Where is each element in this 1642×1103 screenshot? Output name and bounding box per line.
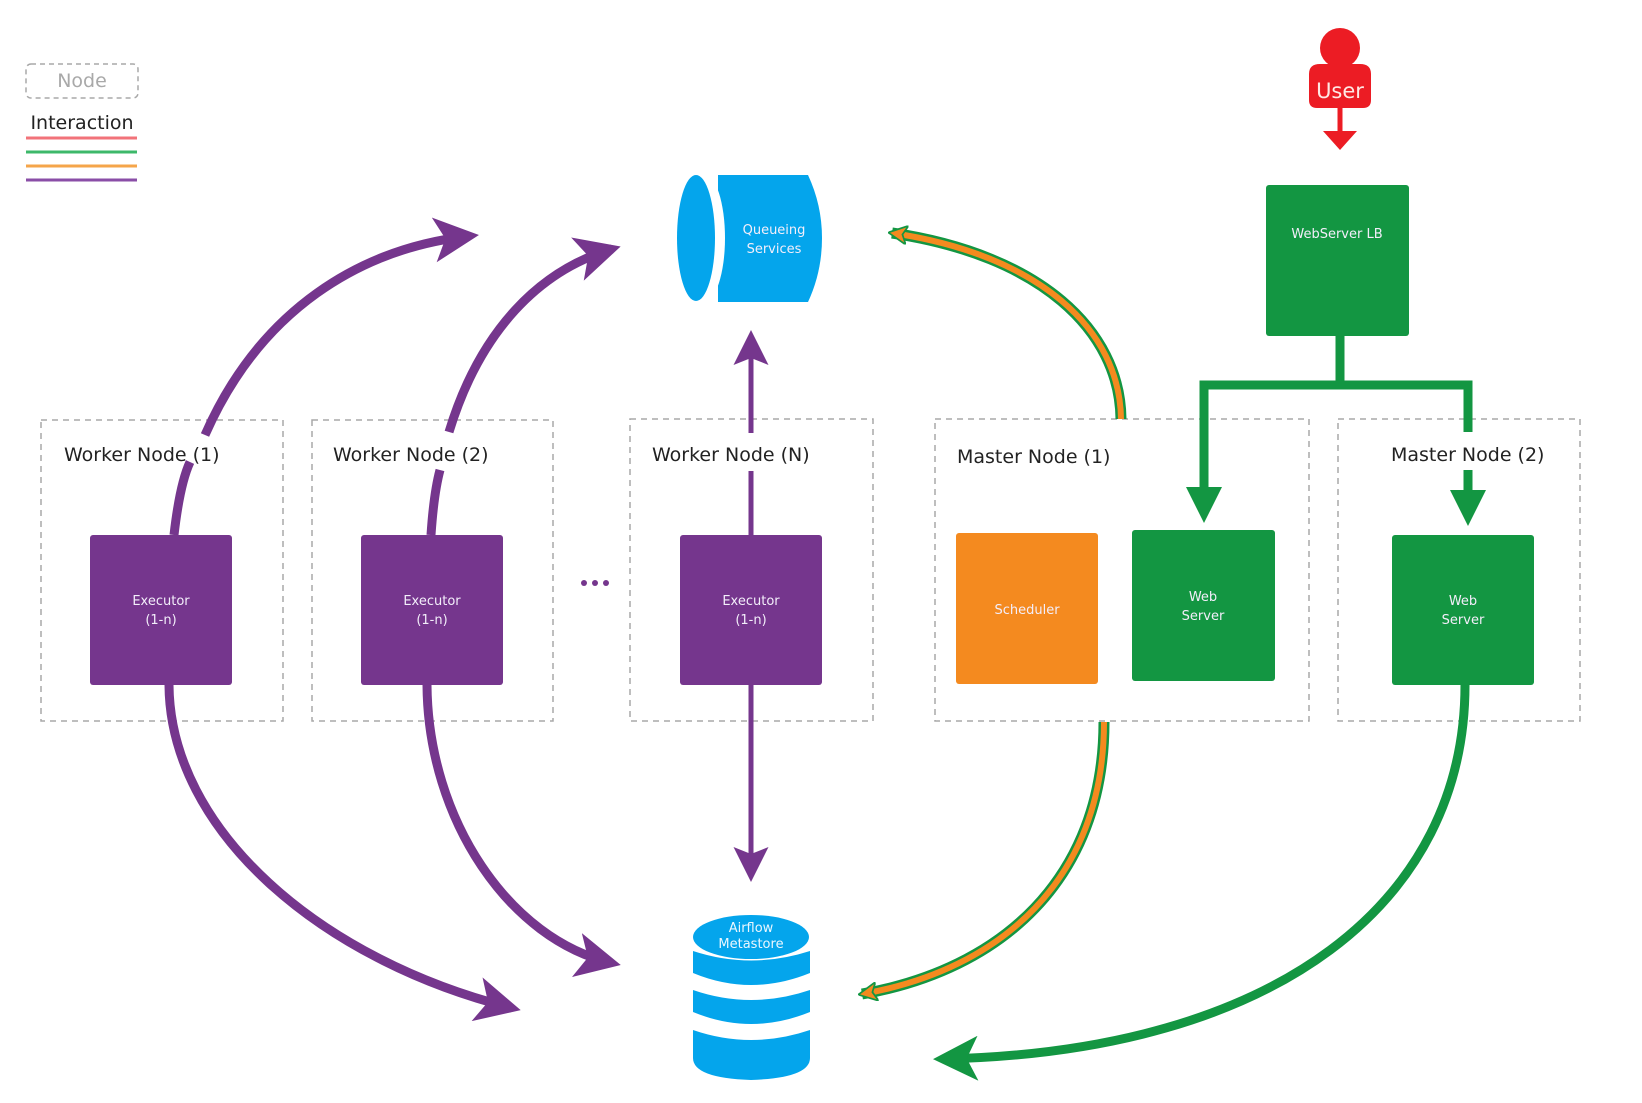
webserver-2-label-line2: Server [1442,613,1485,628]
executor-n-box[interactable] [680,535,822,685]
metastore-layer-bottom[interactable] [693,1030,810,1080]
webserver-lb-label: WebServer LB [1291,227,1382,242]
executor-1-label-line1: Executor [132,594,190,609]
webserver-2-box[interactable] [1392,535,1534,685]
architecture-diagram: Node Interaction Worker Node (1) Worker … [25,28,1581,1081]
executor-2-label-line2: (1-n) [416,613,447,628]
executor-1-label-line2: (1-n) [145,613,176,628]
worker-node-1-title: Worker Node (1) [64,444,220,466]
arrow-worker1-to-queue-upper [200,217,479,437]
arrow-worker2-to-metastore [422,684,621,977]
webserver-lb[interactable]: WebServer LB [1266,185,1409,336]
webserver-2-label-line1: Web [1449,594,1477,609]
webserver-1-label-line2: Server [1182,609,1225,624]
queue-cylinder-body[interactable] [718,175,822,302]
queueing-services[interactable]: Queueing Services [677,174,822,302]
executor-2-label-line1: Executor [403,594,461,609]
worker-node-n-title: Worker Node (N) [652,444,810,466]
metastore-label-line2: Metastore [718,937,783,952]
metastore-label-line1: Airflow [729,921,774,936]
scheduler[interactable]: Scheduler [956,533,1098,684]
webserver-1[interactable]: Web Server [1132,530,1275,681]
executor-2-box[interactable] [361,535,503,685]
executor-n-label-line2: (1-n) [735,613,766,628]
executor-2[interactable]: Executor (1-n) [361,535,503,685]
webserver-interactions [933,335,1486,1081]
user-label: User [1316,79,1364,103]
legend-node-label: Node [57,70,107,92]
webserver-1-label-line1: Web [1189,590,1217,605]
master-node-1-title: Master Node (1) [957,446,1110,468]
legend-interaction-label: Interaction [30,112,133,134]
queue-label-line2: Services [747,242,802,257]
legend: Node Interaction [25,63,139,182]
user[interactable]: User [1309,28,1371,150]
arrow-webserver2-to-metastore [933,684,1470,1081]
webserver-2[interactable]: Web Server [1392,535,1534,685]
user-head-icon [1320,28,1360,68]
executor-1-box[interactable] [90,535,232,685]
webserver-1-box[interactable] [1132,530,1275,681]
arrow-worker1-to-queue [169,460,195,536]
arrow-worker1-to-metastore [164,684,521,1022]
queue-cylinder-cap [677,175,715,301]
master-node-2-title: Master Node (2) [1391,444,1544,466]
user-arrow-down-icon [1323,131,1357,150]
scheduler-label: Scheduler [994,603,1060,618]
executor-n[interactable]: Executor (1-n) [680,535,822,685]
worker-node-2-title: Worker Node (2) [333,444,489,466]
ellipsis-icon [581,580,609,586]
metastore-layer-3[interactable] [693,990,810,1024]
airflow-metastore[interactable]: Airflow Metastore [693,915,810,1080]
executor-n-label-line1: Executor [722,594,780,609]
webserver-lb-box[interactable] [1266,185,1409,336]
arrow-worker2-to-queue [426,468,445,536]
queue-label-line1: Queueing [743,223,806,238]
arrow-worker2-to-queue-upper [444,237,621,434]
executor-1[interactable]: Executor (1-n) [90,535,232,685]
